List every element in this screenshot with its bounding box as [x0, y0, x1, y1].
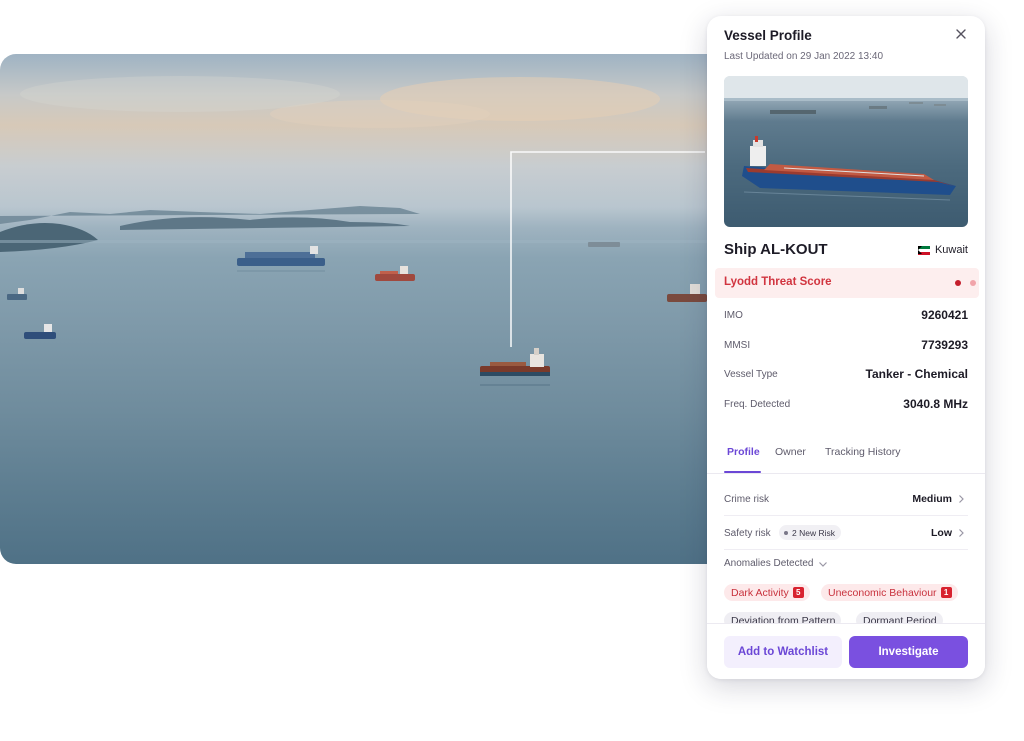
chevron-down-icon	[818, 561, 827, 567]
risk-value: Medium	[912, 493, 952, 505]
threat-indicator-dot	[955, 280, 961, 286]
chip-label: Uneconomic Behaviour	[828, 586, 937, 599]
ship	[667, 284, 707, 302]
chip-label: Dark Activity	[731, 586, 789, 599]
new-risk-badge: 2 New Risk	[779, 525, 841, 540]
ocean-scene-art	[0, 76, 740, 386]
chevron-right-icon	[959, 529, 964, 537]
active-tab-indicator	[724, 471, 761, 473]
threat-indicator-dot	[970, 280, 976, 286]
badge-dot	[784, 530, 788, 535]
panel-footer: Add to Watchlist Investigate	[707, 623, 985, 679]
close-button[interactable]	[951, 24, 971, 44]
threat-score-label: Lyodd Threat Score	[724, 276, 832, 288]
risk-label: Crime risk	[724, 494, 769, 505]
info-label: Vessel Type	[724, 369, 778, 380]
info-row-frequency: Freq. Detected 3040.8 MHz	[724, 397, 968, 415]
vessel-name: Ship AL-KOUT	[724, 241, 828, 258]
tab-profile[interactable]: Profile	[727, 446, 760, 458]
profile-tabs: Profile Owner Tracking History	[707, 441, 985, 474]
ship	[24, 324, 56, 339]
ship	[237, 246, 325, 266]
ship	[7, 288, 27, 300]
close-icon	[956, 29, 966, 39]
anomalies-label: Anomalies Detected	[724, 558, 814, 569]
new-risk-text: 2 New Risk	[792, 527, 835, 538]
vessel-photo-art	[724, 76, 968, 201]
country-label: Kuwait	[934, 244, 968, 256]
info-row-vessel-type: Vessel Type Tanker - Chemical	[724, 367, 968, 385]
info-label: MMSI	[724, 340, 751, 351]
tab-owner[interactable]: Owner	[775, 446, 806, 458]
tab-tracking-history[interactable]: Tracking History	[825, 446, 900, 458]
info-row-mmsi: MMSI 7739293	[724, 338, 968, 356]
crime-risk-row[interactable]: Crime risk Medium	[724, 489, 968, 516]
info-label: IMO	[724, 310, 743, 321]
anomaly-chip-dark-activity[interactable]: Dark Activity 5	[724, 584, 810, 601]
add-to-watchlist-button[interactable]: Add to Watchlist	[724, 636, 842, 668]
vessel-country: Kuwait	[917, 244, 968, 256]
anomaly-chip-uneconomic-behaviour[interactable]: Uneconomic Behaviour 1	[821, 584, 958, 601]
info-value: 9260421	[921, 308, 968, 322]
ship	[375, 266, 415, 281]
ship-selected[interactable]	[480, 348, 550, 376]
vessel-profile-panel: Vessel Profile Last Updated on 29 Jan 20…	[707, 16, 985, 679]
panel-title: Vessel Profile	[724, 28, 812, 43]
info-label: Freq. Detected	[724, 399, 791, 410]
vessel-photo	[724, 76, 968, 227]
anomalies-toggle[interactable]: Anomalies Detected	[724, 558, 828, 569]
info-value: 3040.8 MHz	[903, 397, 968, 411]
ocean-scene-image	[0, 54, 740, 564]
info-value: Tanker - Chemical	[865, 367, 968, 381]
last-updated-text: Last Updated on 29 Jan 2022 13:40	[724, 51, 884, 62]
kuwait-flag-icon	[917, 245, 930, 255]
info-row-imo: IMO 9260421	[724, 308, 968, 326]
chip-count: 5	[792, 587, 804, 598]
chip-count: 1	[940, 587, 952, 598]
safety-risk-row[interactable]: Safety risk 2 New Risk Low	[724, 523, 968, 550]
info-value: 7739293	[921, 338, 968, 352]
investigate-button[interactable]: Investigate	[849, 636, 968, 668]
threat-score-bar[interactable]: Lyodd Threat Score	[715, 268, 979, 298]
chevron-right-icon	[959, 495, 964, 503]
ship	[588, 242, 620, 247]
risk-value: Low	[931, 527, 952, 539]
risk-label: Safety risk	[724, 528, 771, 539]
